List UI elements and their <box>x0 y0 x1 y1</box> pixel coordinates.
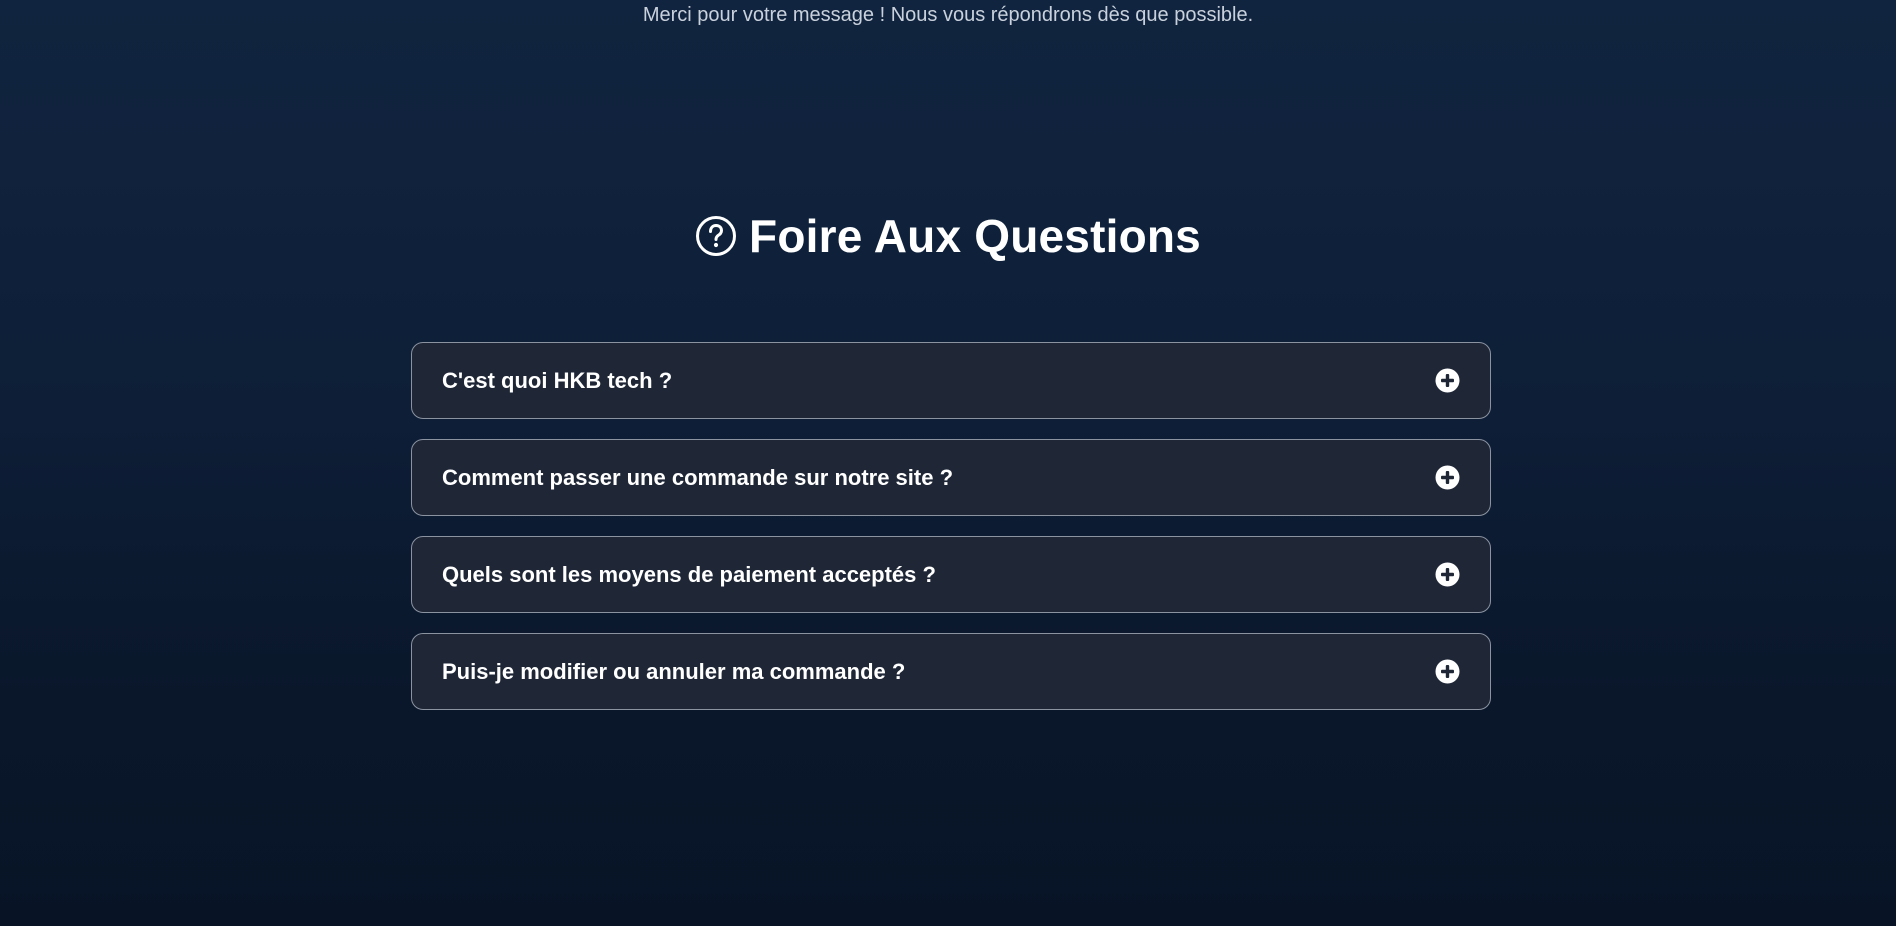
plus-circle-icon[interactable] <box>1435 465 1460 490</box>
question-circle-icon <box>695 215 737 257</box>
faq-item-modifier-commande[interactable]: Puis-je modifier ou annuler ma commande … <box>411 633 1491 710</box>
faq-title: Foire Aux Questions <box>749 210 1201 262</box>
plus-circle-icon[interactable] <box>1435 562 1460 587</box>
faq-question: Quels sont les moyens de paiement accept… <box>442 561 936 587</box>
plus-circle-icon[interactable] <box>1435 659 1460 684</box>
faq-heading: Foire Aux Questions <box>0 208 1896 264</box>
faq-item-passer-commande[interactable]: Comment passer une commande sur notre si… <box>411 439 1491 516</box>
plus-circle-icon[interactable] <box>1435 368 1460 393</box>
contact-success-message: Merci pour votre message ! Nous vous rép… <box>642 4 1254 26</box>
faq-accordion: C'est quoi HKB tech ? Comment passer une… <box>411 342 1491 730</box>
faq-item-hkb-tech[interactable]: C'est quoi HKB tech ? <box>411 342 1491 419</box>
faq-question: Puis-je modifier ou annuler ma commande … <box>442 658 906 684</box>
faq-item-moyens-paiement[interactable]: Quels sont les moyens de paiement accept… <box>411 536 1491 613</box>
faq-question: Comment passer une commande sur notre si… <box>442 464 954 490</box>
faq-question: C'est quoi HKB tech ? <box>442 367 673 393</box>
